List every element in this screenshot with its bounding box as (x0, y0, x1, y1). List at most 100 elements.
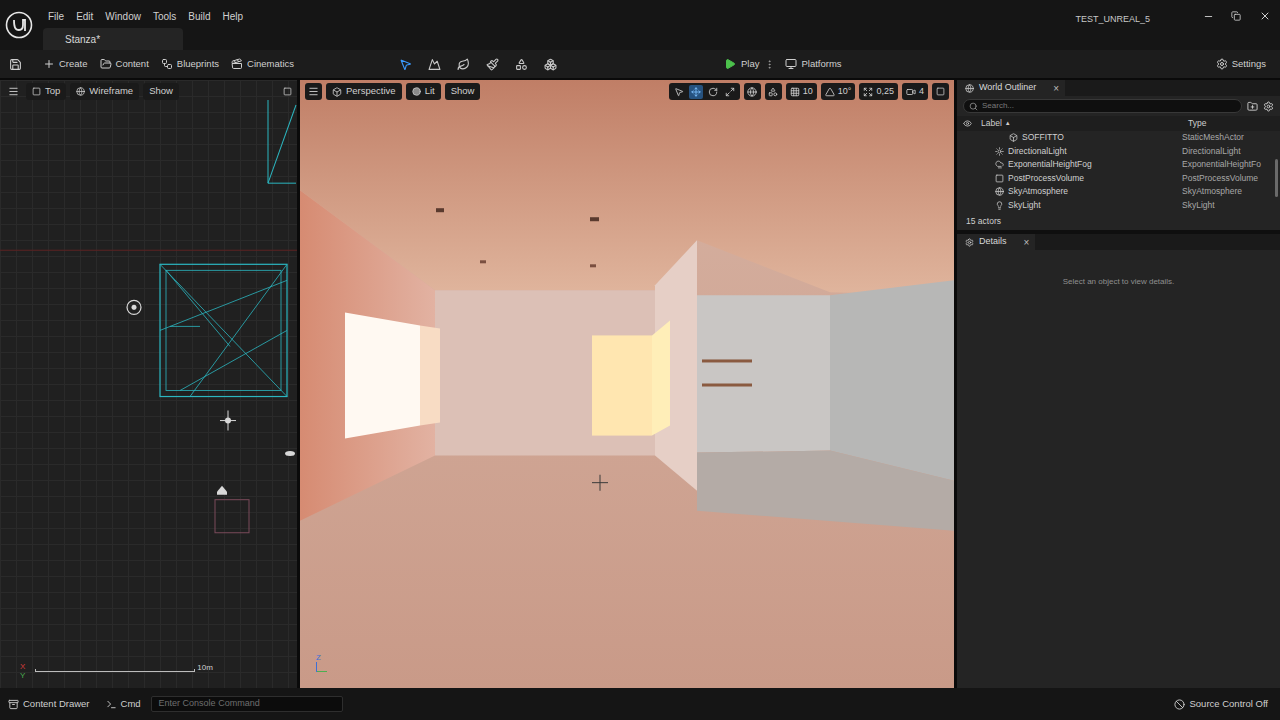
panel-tab[interactable]: World Outliner× (957, 80, 1065, 96)
perspective-cube-icon[interactable] (332, 87, 342, 97)
panel-tab[interactable]: Details× (957, 234, 1035, 250)
maximize-viewport-icon[interactable] (283, 87, 292, 96)
viewport-menu-button[interactable] (305, 83, 322, 100)
menu-item[interactable]: File (42, 10, 70, 24)
toolbar-button[interactable]: Blueprints (156, 53, 224, 75)
world-icon[interactable] (747, 87, 757, 97)
platforms-button[interactable]: Platforms (779, 53, 847, 75)
scale-snap-icon[interactable] (863, 87, 873, 97)
content-icon[interactable] (100, 58, 112, 70)
outliner-settings-icon[interactable] (1263, 101, 1274, 112)
panel-close-button[interactable]: × (1053, 81, 1059, 96)
view-mode-button[interactable]: Wireframe (70, 83, 139, 100)
content-drawer-icon[interactable] (8, 699, 19, 710)
menu-item[interactable]: Help (217, 10, 250, 24)
mode-button[interactable] (511, 54, 531, 74)
column-header[interactable]: Label▲ (977, 117, 1188, 130)
menu-icon[interactable] (308, 86, 319, 97)
content-drawer-button[interactable]: Content Drawer (8, 697, 90, 711)
snap-button[interactable]: 0,25 (859, 83, 898, 100)
mode-button[interactable] (540, 54, 560, 74)
play-options-icon[interactable] (764, 59, 775, 70)
platforms-icon[interactable] (785, 58, 797, 70)
outliner-scrollbar[interactable] (1275, 159, 1278, 197)
outliner-row[interactable]: SkyAtmosphereSkyAtmosphere (957, 185, 1274, 199)
unreal-logo-icon[interactable] (5, 11, 33, 39)
coordinate-space-button[interactable] (744, 83, 761, 100)
viewport-menu-button[interactable] (5, 83, 22, 100)
move-icon[interactable] (691, 87, 701, 97)
transform-tool[interactable] (689, 85, 703, 99)
cinematics-icon[interactable] (231, 58, 243, 70)
menu-item[interactable]: Build (182, 10, 216, 24)
select-icon[interactable] (674, 87, 684, 97)
restore-icon[interactable] (1231, 11, 1241, 21)
logo[interactable] (0, 0, 38, 50)
save-icon[interactable] (9, 58, 22, 71)
select-icon[interactable] (399, 58, 412, 71)
outliner-row[interactable]: ExponentialHeightFogExponentialHeightFo (957, 158, 1274, 172)
console-input[interactable]: Enter Console Command (151, 696, 343, 712)
restore-button[interactable] (1222, 5, 1250, 27)
toolbar-button[interactable]: Cinematics (226, 53, 299, 75)
transform-tool[interactable] (723, 85, 737, 99)
menu-item[interactable]: Tools (147, 10, 182, 24)
transform-tool[interactable] (672, 85, 686, 99)
view-mode-button[interactable]: Lit (406, 83, 441, 100)
terminal-icon[interactable] (106, 699, 117, 710)
close-icon[interactable] (1259, 10, 1271, 22)
play-icon[interactable] (724, 58, 736, 70)
outliner-row[interactable]: SkyLightSkyLight (957, 199, 1274, 213)
view-type-button[interactable]: Top (26, 83, 66, 100)
document-tab[interactable]: Stanza* (43, 28, 183, 50)
blueprints-icon[interactable] (161, 58, 173, 70)
create-icon[interactable] (43, 58, 55, 70)
source-control-status[interactable]: Source Control Off (1174, 697, 1272, 711)
modeling-icon[interactable] (544, 58, 557, 71)
paint-icon[interactable] (486, 58, 499, 71)
column-header[interactable]: Type (1188, 117, 1280, 130)
snap-button[interactable]: 10° (821, 83, 856, 100)
perspective-viewport[interactable]: PerspectiveLitShow1010°0,254Z (300, 80, 954, 688)
toolbar-button[interactable]: Content (95, 53, 154, 75)
show-button[interactable]: Show (445, 83, 481, 100)
foliage-icon[interactable] (457, 58, 470, 71)
view-type-button[interactable]: Perspective (326, 83, 402, 100)
cmd-button[interactable]: Cmd (106, 697, 141, 711)
play-button[interactable]: Play (720, 53, 779, 75)
mode-button[interactable] (424, 54, 444, 74)
snap-button[interactable]: 4 (902, 83, 928, 100)
visibility-icon[interactable] (963, 119, 972, 128)
maximize-viewport-button[interactable] (932, 83, 949, 100)
outliner-row[interactable]: PostProcessVolumePostProcessVolume (957, 172, 1274, 186)
top-viewport[interactable]: TopWireframeShowXY10m (0, 80, 297, 688)
settings-button[interactable]: Settings (1216, 53, 1280, 75)
camera-snap-icon[interactable] (906, 87, 916, 97)
surface-snap-icon[interactable] (768, 87, 778, 97)
grid-snap-icon[interactable] (790, 87, 800, 97)
toolbar-button[interactable]: Create (38, 53, 93, 75)
close-button[interactable] (1250, 5, 1280, 27)
menu-icon[interactable] (8, 86, 19, 97)
scale-icon[interactable] (725, 87, 735, 97)
mode-button[interactable] (482, 54, 502, 74)
rotate-icon[interactable] (708, 87, 718, 97)
surface-snap-button[interactable] (765, 83, 782, 100)
minimize-button[interactable] (1194, 5, 1222, 27)
landscape-icon[interactable] (428, 58, 441, 71)
gear-icon[interactable] (1216, 58, 1228, 70)
view-square-icon[interactable] (32, 87, 41, 96)
minimize-icon[interactable] (1203, 11, 1214, 22)
show-button[interactable]: Show (143, 83, 179, 100)
source-control-icon[interactable] (1174, 699, 1185, 710)
panel-close-button[interactable]: × (1024, 235, 1030, 250)
outliner-search[interactable]: Search... (963, 99, 1242, 113)
menu-item[interactable]: Window (99, 10, 147, 24)
outliner-row[interactable]: SOFFITTOStaticMeshActor (957, 131, 1274, 145)
angle-snap-icon[interactable] (825, 87, 835, 97)
lit-sphere-icon[interactable] (412, 87, 421, 96)
fracture-icon[interactable] (515, 58, 528, 71)
wireframe-icon[interactable] (76, 87, 85, 96)
mode-button[interactable] (453, 54, 473, 74)
transform-tool[interactable] (706, 85, 720, 99)
